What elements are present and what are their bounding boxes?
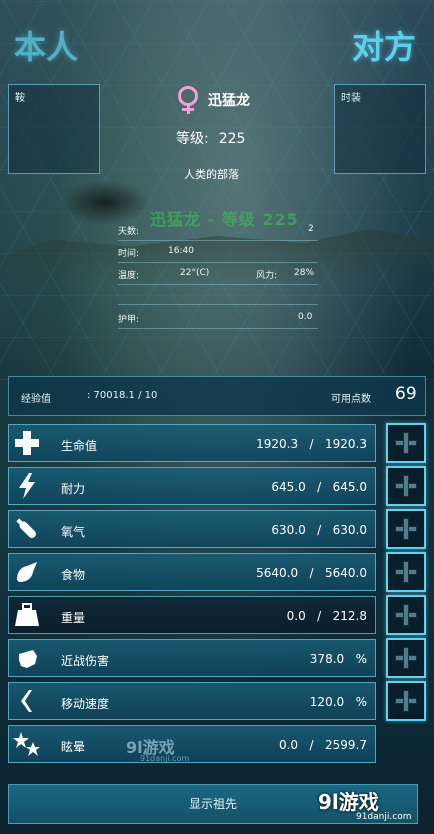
stat-value: 0.0 / 2599.7 bbox=[278, 738, 367, 752]
add-speed-button[interactable] bbox=[386, 681, 426, 721]
add-weight-button[interactable] bbox=[386, 595, 426, 635]
stars-icon bbox=[11, 729, 43, 759]
time-label: 时间: bbox=[118, 249, 140, 259]
tab-self[interactable]: 本人 bbox=[14, 22, 78, 68]
wind-value: 28% bbox=[294, 268, 315, 278]
available-points-value: 69 bbox=[395, 384, 417, 404]
stat-row-oxygen: 氧气 630.0 / 630.0 bbox=[8, 510, 376, 548]
food-icon bbox=[11, 557, 43, 587]
saddle-slot[interactable]: 鞍 bbox=[8, 84, 100, 174]
stat-name: 近战伤害 bbox=[61, 654, 110, 668]
female-icon bbox=[178, 86, 200, 114]
available-points-label: 可用点数 bbox=[331, 394, 371, 405]
stat-value: 1920.3 / 1920.3 bbox=[256, 437, 367, 451]
skin-slot-label: 时装 bbox=[341, 93, 361, 104]
stat-name: 重量 bbox=[61, 611, 86, 625]
days-row: 天数: 2 bbox=[118, 224, 318, 240]
add-melee-button[interactable] bbox=[386, 638, 426, 678]
fist-icon bbox=[11, 643, 43, 673]
add-stamina-button[interactable] bbox=[386, 466, 426, 506]
watermark-center-site: 91danji.com bbox=[140, 754, 190, 763]
creature-level: 等级: 225 bbox=[176, 128, 245, 148]
stat-name: 食物 bbox=[61, 568, 86, 582]
days-label: 天数: bbox=[118, 227, 140, 237]
lightning-icon bbox=[11, 471, 43, 501]
stat-value: 378.0 % bbox=[309, 652, 367, 666]
days-value: 2 bbox=[308, 224, 314, 234]
plus-icon bbox=[11, 428, 43, 458]
armor-row: 护甲: 0.0 bbox=[118, 312, 318, 328]
tribe-name: 人类的部落 bbox=[184, 168, 239, 181]
stat-row-torpidity: 眩晕 0.0 / 2599.7 bbox=[8, 725, 376, 763]
experience-label: 经验值 bbox=[21, 394, 51, 405]
stat-name: 氧气 bbox=[61, 525, 86, 539]
skin-slot[interactable]: 时装 bbox=[334, 84, 426, 174]
add-food-button[interactable] bbox=[386, 552, 426, 592]
level-label: 等级: bbox=[176, 131, 209, 147]
stat-value: 645.0 / 645.0 bbox=[271, 480, 367, 494]
stat-value: 5640.0 / 5640.0 bbox=[256, 566, 367, 580]
stat-name: 耐力 bbox=[61, 482, 86, 496]
stat-row-stamina: 耐力 645.0 / 645.0 bbox=[8, 467, 376, 505]
stat-row-speed: 移动速度 120.0 % bbox=[8, 682, 376, 720]
stat-value: 120.0 % bbox=[309, 695, 367, 709]
weight-icon bbox=[11, 600, 43, 630]
time-value: 16:40 bbox=[168, 246, 194, 256]
time-row: 时间: 16:40 bbox=[118, 246, 318, 262]
tab-other[interactable]: 对方 bbox=[352, 22, 416, 68]
temperature-value: 22°(C) bbox=[180, 268, 210, 278]
creature-silhouette bbox=[60, 180, 150, 225]
stat-row-weight: 重量 0.0 / 212.8 bbox=[8, 596, 376, 634]
armor-value: 0.0 bbox=[298, 312, 313, 322]
stat-row-health: 生命值 1920.3 / 1920.3 bbox=[8, 424, 376, 462]
saddle-slot-label: 鞍 bbox=[15, 93, 25, 104]
add-health-button[interactable] bbox=[386, 423, 426, 463]
boot-icon bbox=[11, 686, 43, 716]
wind-label: 风力: bbox=[256, 271, 278, 281]
temperature-label: 温度: bbox=[118, 271, 140, 281]
stat-name: 眩晕 bbox=[61, 740, 86, 754]
stat-row-melee: 近战伤害 378.0 % bbox=[8, 639, 376, 677]
stat-name: 移动速度 bbox=[61, 697, 110, 711]
watermark-site: 91danji.com bbox=[356, 812, 412, 822]
temperature-row: 温度: 22°(C) 风力: 28% bbox=[118, 268, 318, 284]
add-oxygen-button[interactable] bbox=[386, 509, 426, 549]
creature-name: 迅猛龙 bbox=[208, 93, 250, 109]
environment-info: 天数: 2 时间: 16:40 温度: 22°(C) 风力: 28% 护甲: 0… bbox=[116, 220, 320, 330]
stat-name: 生命值 bbox=[61, 439, 98, 453]
armor-label: 护甲: bbox=[118, 315, 140, 325]
experience-value: : 70018.1 / 10 bbox=[87, 390, 158, 401]
level-value: 225 bbox=[218, 131, 246, 147]
watermark-logo: 9l游戏 bbox=[318, 790, 379, 814]
oxygen-tank-icon bbox=[11, 514, 43, 544]
stat-row-food: 食物 5640.0 / 5640.0 bbox=[8, 553, 376, 591]
stat-value: 0.0 / 212.8 bbox=[286, 609, 367, 623]
stat-value: 630.0 / 630.0 bbox=[271, 523, 367, 537]
experience-bar: 经验值 : 70018.1 / 10 可用点数 69 bbox=[8, 376, 426, 416]
